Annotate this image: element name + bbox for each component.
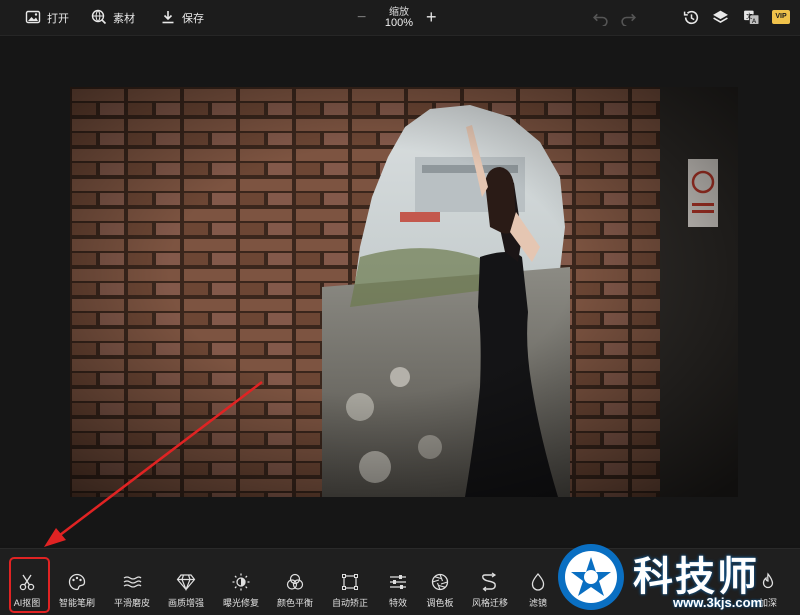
sliders-icon — [388, 572, 408, 592]
crop-frame-icon — [340, 572, 360, 592]
drop-icon — [528, 572, 548, 592]
tool-style-transfer[interactable]: 风格迁移 — [463, 549, 517, 615]
tool-label: 滤镜 — [528, 598, 547, 608]
watermark-text: 科技师 — [633, 554, 759, 600]
waves-icon — [122, 572, 142, 592]
palette-icon — [67, 572, 87, 592]
highlight-box — [9, 557, 50, 613]
tool-label: 自动矫正 — [331, 598, 368, 608]
tool-smart-brush[interactable]: 智能笔刷 — [50, 549, 104, 615]
tool-smooth-skin[interactable]: 平滑磨皮 — [105, 549, 159, 615]
tool-color-balance[interactable]: 颜色平衡 — [268, 549, 322, 615]
watermark-url: www.3kjs.com — [673, 595, 763, 610]
tool-label: 画质增强 — [167, 598, 204, 608]
tool-label: 智能笔刷 — [58, 598, 95, 608]
diamond-icon — [176, 572, 196, 592]
tool-auto-correct[interactable]: 自动矫正 — [323, 549, 377, 615]
tool-label: 颜色平衡 — [276, 598, 313, 608]
annotation-arrow — [44, 381, 263, 547]
tool-label: 特效 — [388, 598, 407, 608]
tool-quality-enhance[interactable]: 画质增强 — [159, 549, 213, 615]
aperture-icon — [430, 572, 450, 592]
tool-exposure-fix[interactable]: 曝光修复 — [214, 549, 268, 615]
sun-icon — [231, 572, 251, 592]
watermark-logo: 科技师 www.3kjs.com — [555, 538, 795, 615]
tool-label: 平滑磨皮 — [113, 598, 150, 608]
tool-palette[interactable]: 调色板 — [413, 549, 467, 615]
tool-label: 曝光修复 — [222, 598, 259, 608]
color-circles-icon — [285, 572, 305, 592]
style-transfer-icon — [480, 572, 500, 592]
tool-label: 风格迁移 — [471, 598, 508, 608]
tool-label: 调色板 — [426, 598, 454, 608]
